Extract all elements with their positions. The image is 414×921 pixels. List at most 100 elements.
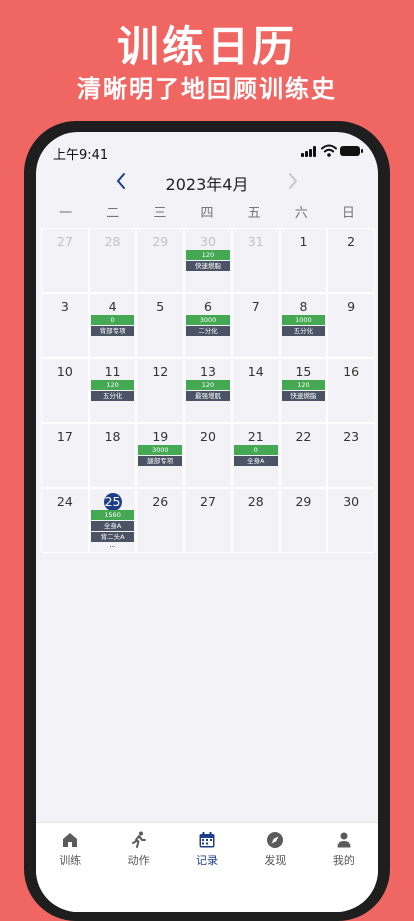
day-events: 0 全身A	[233, 445, 278, 467]
calendar-day[interactable]: 22	[280, 424, 327, 487]
calendar-day[interactable]: 27	[42, 229, 88, 292]
calendar-day[interactable]: 21 0 全身A	[232, 424, 279, 487]
calendar-day[interactable]: 13 120 最强增肌	[185, 359, 231, 422]
day-events: 120 快速燃脂	[281, 380, 326, 402]
day-number: 26	[137, 489, 183, 509]
event-workout-badge: 全身A	[233, 456, 278, 466]
day-number: 8	[281, 294, 327, 314]
day-number: 30	[328, 489, 374, 509]
day-number: 13	[185, 359, 231, 379]
calendar-day[interactable]: 14	[232, 359, 279, 422]
day-number: 15	[281, 359, 327, 379]
day-number-text: 17	[56, 429, 73, 444]
day-number-text: 27	[200, 494, 216, 509]
calendar-day[interactable]: 15 120 快速燃脂	[280, 359, 327, 422]
day-number: 11	[90, 359, 136, 379]
calendar-day[interactable]: 30 120 快速燃脂	[185, 229, 231, 292]
weekday-header: 一 二 三 四 五 六 日	[42, 202, 372, 222]
status-time: 上午9:41	[53, 148, 109, 163]
day-number: 3	[42, 294, 88, 314]
calendar-day[interactable]: 3	[42, 294, 88, 357]
calendar-day[interactable]: 20	[185, 424, 231, 487]
promo-subtitle: 清晰明了地回顾训练史	[77, 75, 337, 103]
calendar-day[interactable]: 28	[232, 489, 279, 552]
day-number-text: 22	[295, 429, 312, 444]
calendar-day[interactable]: 17	[42, 424, 88, 487]
tab-running[interactable]: 动作	[104, 823, 172, 912]
tab-label: 记录	[196, 854, 219, 867]
calendar-day[interactable]: 2	[328, 229, 374, 292]
calendar-day[interactable]: 11 120 五分化	[89, 359, 136, 422]
event-calories-badge: 0	[90, 315, 135, 325]
day-number: 7	[233, 294, 279, 314]
day-number-text: 31	[247, 234, 264, 249]
day-number: 27	[185, 489, 231, 509]
event-workout-badge: 背部专项	[90, 326, 135, 336]
day-number: 6	[185, 294, 231, 314]
day-number-text: 23	[343, 429, 360, 444]
day-number-text: 6	[204, 299, 212, 314]
day-number: 22	[281, 424, 327, 444]
next-month-chevron-icon[interactable]	[286, 170, 300, 192]
day-number: 9	[328, 294, 374, 314]
weekday-label: 五	[247, 206, 261, 221]
compass-icon	[241, 831, 309, 849]
day-number: 24	[42, 489, 88, 509]
day-number: 10	[42, 359, 88, 379]
calendar-day[interactable]: 24	[42, 489, 88, 552]
day-number: 20	[185, 424, 231, 444]
day-number-text: 30	[343, 494, 360, 509]
calendar-day[interactable]: 1	[280, 229, 327, 292]
calendar-day[interactable]: 30	[328, 489, 374, 552]
home-icon	[36, 831, 104, 849]
day-number: 19	[137, 424, 183, 444]
day-number-text: 30	[200, 234, 216, 249]
calendar-day[interactable]: 12	[137, 359, 184, 422]
event-workout-badge: 五分化	[90, 391, 135, 401]
day-number-text: 21	[247, 429, 264, 444]
weekday-label: 六	[294, 206, 308, 221]
day-number-text: 11	[104, 364, 121, 379]
day-number: 27	[42, 229, 88, 249]
day-number-text: 2	[347, 234, 356, 249]
calendar-day[interactable]: 9	[328, 294, 374, 357]
day-events: 120 最强增肌	[186, 380, 230, 402]
event-calories-badge: 1560	[90, 510, 135, 520]
tab-calendar[interactable]: 记录	[173, 823, 241, 912]
day-number: 23	[328, 424, 374, 444]
tab-compass[interactable]: 发现	[241, 823, 309, 912]
calendar-day[interactable]: 19 3000 腿部专项	[137, 424, 184, 487]
day-number-text: 20	[200, 429, 216, 444]
calendar-day[interactable]: 6 3000 二分化	[185, 294, 231, 357]
calendar-day[interactable]: 27	[185, 489, 231, 552]
tab-profile[interactable]: 我的	[310, 823, 378, 912]
calendar-day[interactable]: 29	[137, 229, 184, 292]
calendar-day[interactable]: 5	[137, 294, 184, 357]
calendar-day[interactable]: 18	[89, 424, 136, 487]
event-calories-badge: 120	[90, 380, 135, 390]
calendar-day-today[interactable]: 25 1560 全身A 背二头A...	[89, 489, 136, 552]
calendar-day[interactable]: 8 1000 五分化	[280, 294, 327, 357]
day-number: 1	[281, 229, 327, 249]
event-calories-badge: 3000	[138, 445, 183, 455]
day-events: 3000 腿部专项	[138, 445, 183, 467]
tab-home[interactable]: 训练	[36, 823, 104, 912]
day-number: 21	[233, 424, 279, 444]
weekday-label: 日	[341, 206, 355, 221]
calendar-day[interactable]: 29	[280, 489, 327, 552]
day-number: 17	[42, 424, 88, 444]
day-number-text: 18	[104, 429, 121, 444]
calendar-day[interactable]: 28	[89, 229, 136, 292]
calendar-day[interactable]: 23	[328, 424, 374, 487]
calendar-day[interactable]: 31	[232, 229, 279, 292]
calendar-day[interactable]: 10	[42, 359, 88, 422]
calendar-day[interactable]: 7	[232, 294, 279, 357]
day-number-text: 26	[152, 494, 169, 509]
calendar-day[interactable]: 26	[137, 489, 184, 552]
event-calories-badge: 120	[281, 380, 326, 390]
calendar-day[interactable]: 16	[328, 359, 374, 422]
day-events: 0 背部专项	[90, 315, 135, 337]
tab-label: 动作	[127, 854, 150, 867]
calendar-day[interactable]: 4 0 背部专项	[89, 294, 136, 357]
event-workout-badge: 快速燃脂	[186, 261, 230, 271]
